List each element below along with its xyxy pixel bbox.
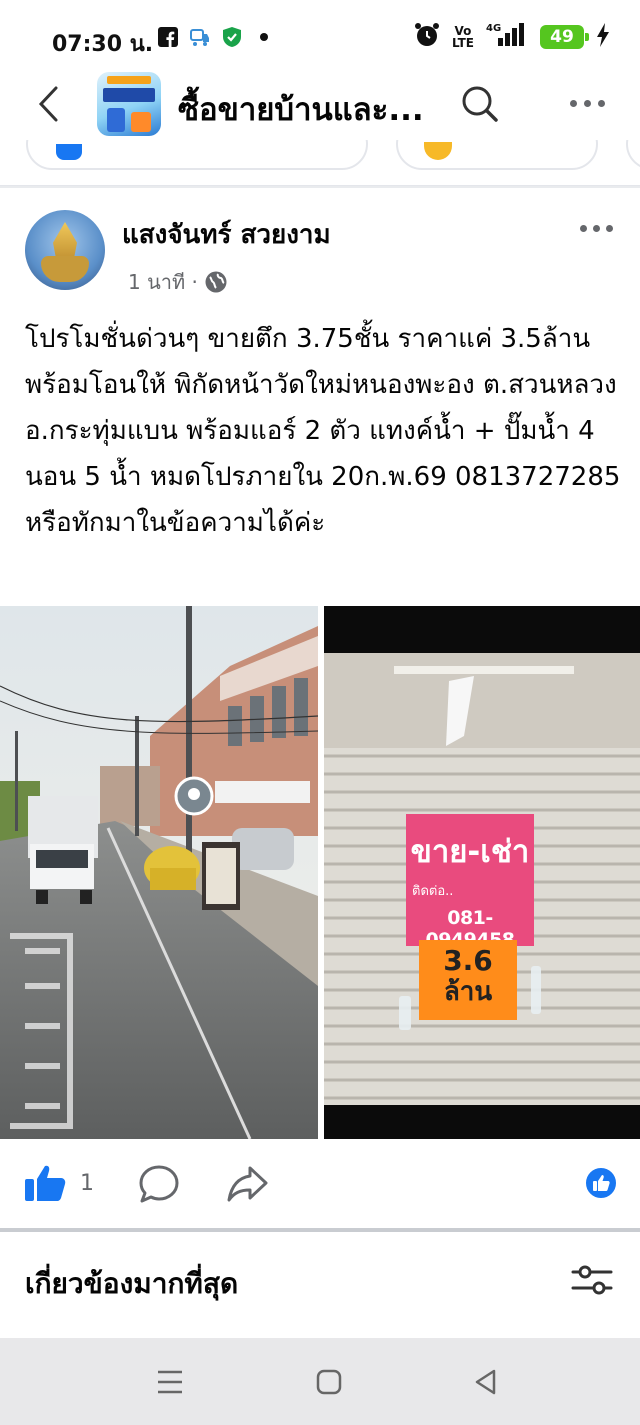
home-square-icon xyxy=(316,1369,342,1395)
shield-icon xyxy=(221,26,243,48)
system-nav-bar xyxy=(0,1338,640,1425)
search-icon xyxy=(462,86,498,122)
status-bar: 07:30 น. Vo LTE 4G 49 xyxy=(0,0,640,70)
svg-text:4G: 4G xyxy=(486,23,501,34)
globe-icon xyxy=(205,271,227,293)
thumbs-up-icon xyxy=(593,1175,610,1191)
price-unit: ล้าน xyxy=(443,977,493,1007)
comment-icon xyxy=(139,1165,179,1203)
system-icons: Vo LTE 4G 49 xyxy=(414,22,610,52)
related-title: เกี่ยวข้องมากที่สุด xyxy=(25,1267,239,1300)
delivery-app-icon xyxy=(189,26,211,48)
price-value: 3.6 xyxy=(443,944,493,977)
post-photo-street[interactable] xyxy=(0,606,318,1139)
charging-icon xyxy=(596,23,610,51)
shortcut-chip[interactable] xyxy=(396,140,598,170)
group-shortcuts xyxy=(0,140,640,186)
status-time: 07:30 น. xyxy=(52,32,154,57)
notification-icons xyxy=(157,26,275,48)
like-button[interactable]: 1 xyxy=(24,1164,94,1202)
group-avatar[interactable] xyxy=(97,72,161,136)
filter-button[interactable] xyxy=(570,1258,614,1302)
share-button[interactable] xyxy=(226,1164,268,1208)
search-button[interactable] xyxy=(458,82,502,126)
related-section: เกี่ยวข้องมากที่สุด xyxy=(0,1232,640,1338)
author-avatar[interactable] xyxy=(25,210,105,290)
post-timestamp[interactable]: 1 นาที · xyxy=(128,266,198,298)
group-header: ซื้อขายบ้านและ... xyxy=(0,70,640,140)
author-name[interactable]: แสงจันทร์ สวยงาม xyxy=(122,214,331,255)
comment-button[interactable] xyxy=(138,1164,180,1208)
shortcut-chip[interactable] xyxy=(626,140,640,170)
sign-contact: ติดต่อ.. xyxy=(412,884,454,899)
back-triangle-icon xyxy=(475,1369,496,1395)
post-photo-sign[interactable]: ขาย-เช่า ติดต่อ.. 081-0949458 3.6 ล้าน xyxy=(324,606,640,1139)
post-meta: 1 นาที · xyxy=(128,266,228,298)
feed-post: แสงจันทร์ สวยงาม 1 นาที · โปรโมชั่นด่วนๆ… xyxy=(0,188,640,1230)
sliders-icon xyxy=(571,1265,613,1295)
thumbs-up-icon xyxy=(25,1165,66,1201)
alarm-icon xyxy=(414,22,440,52)
price-sign: 3.6 ล้าน xyxy=(419,940,517,1020)
recent-apps-button[interactable] xyxy=(150,1364,190,1400)
sale-sign: ขาย-เช่า ติดต่อ.. 081-0949458 xyxy=(406,814,534,951)
back-button[interactable] xyxy=(30,82,66,126)
sign-title: ขาย-เช่า xyxy=(410,834,530,870)
like-count: 1 xyxy=(80,1170,94,1196)
chevron-left-icon xyxy=(38,86,58,122)
group-title[interactable]: ซื้อขายบ้านและ... xyxy=(178,84,424,134)
reaction-like-badge[interactable] xyxy=(584,1166,618,1200)
home-button[interactable] xyxy=(309,1364,349,1400)
battery-indicator: 49 xyxy=(540,25,589,49)
facebook-icon xyxy=(157,26,179,48)
post-actions: 1 xyxy=(0,1140,640,1228)
dot-icon xyxy=(253,26,275,48)
post-text: โปรโมชั่นด่วนๆ ขายตึก 3.75ชั้น ราคาแค่ 3… xyxy=(25,324,621,538)
share-icon xyxy=(227,1166,268,1202)
signal-icon: 4G xyxy=(486,22,528,52)
street-photo xyxy=(0,606,318,1139)
more-options-button[interactable] xyxy=(562,88,612,118)
system-back-button[interactable] xyxy=(466,1364,506,1400)
post-options-button[interactable] xyxy=(580,218,620,238)
volte-indicator: Vo LTE xyxy=(451,24,474,50)
menu-lines-icon xyxy=(158,1370,182,1394)
shortcut-chip[interactable] xyxy=(26,140,368,170)
